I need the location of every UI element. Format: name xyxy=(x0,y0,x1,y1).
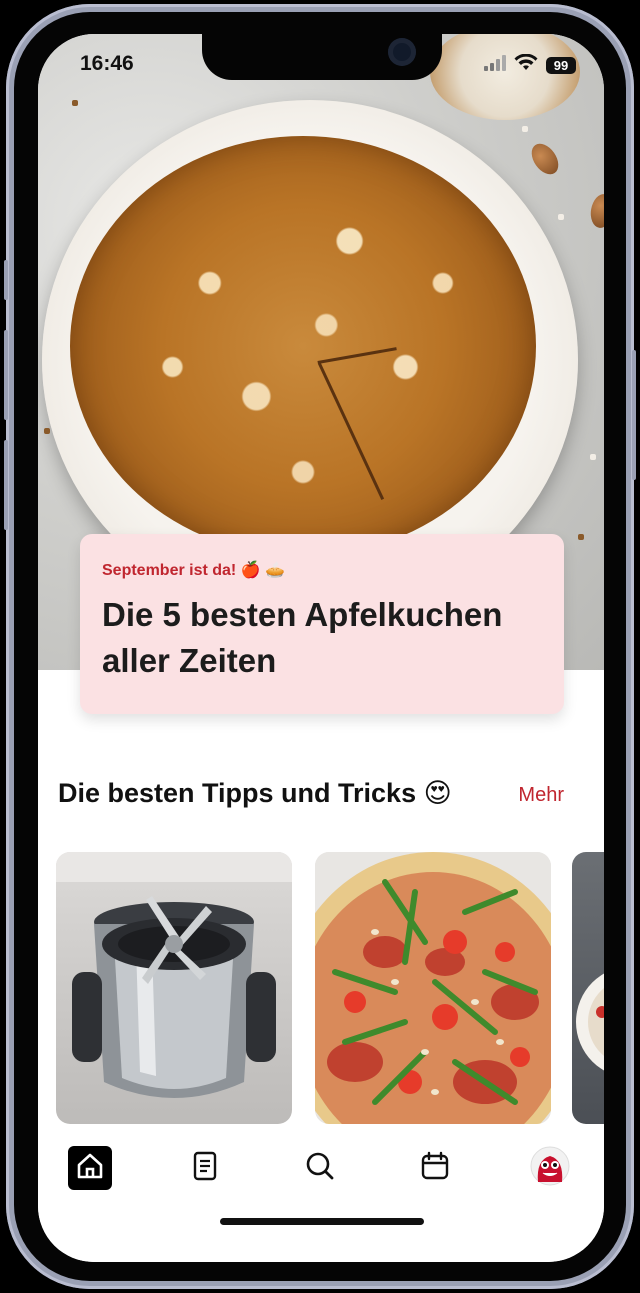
featured-article-card[interactable]: September ist da! 🍎 🥧 Die 5 besten Apfel… xyxy=(80,534,564,714)
almond xyxy=(588,192,604,230)
crumb xyxy=(522,126,528,132)
almond xyxy=(526,138,564,180)
more-link[interactable]: Mehr xyxy=(518,784,564,807)
volume-up-button xyxy=(4,330,8,420)
blender-image xyxy=(56,852,292,1098)
document-icon xyxy=(191,1151,219,1186)
crumb xyxy=(72,100,78,106)
avatar xyxy=(530,1146,570,1191)
section-title: Die besten Tipps und Tricks 😍 xyxy=(58,778,452,808)
status-time: 16:46 xyxy=(80,52,134,75)
featured-title: Die 5 besten Apfelkuchen aller Zeiten xyxy=(102,596,503,679)
crumb xyxy=(578,534,584,540)
tip-card-partial[interactable] xyxy=(572,852,604,1124)
search-icon xyxy=(305,1151,335,1186)
wifi-icon xyxy=(514,53,538,77)
dish-image xyxy=(576,973,604,1071)
tab-recipes[interactable] xyxy=(183,1146,227,1190)
battery-indicator: 99 xyxy=(546,57,576,74)
dynamic-notch xyxy=(202,34,442,80)
oat-bowl xyxy=(430,34,580,120)
crumb xyxy=(558,214,564,220)
crumb xyxy=(44,428,50,434)
calendar-icon xyxy=(420,1151,450,1186)
front-camera xyxy=(388,38,416,66)
home-indicator[interactable] xyxy=(220,1218,424,1225)
tab-search[interactable] xyxy=(298,1146,342,1190)
side-button xyxy=(4,260,8,300)
crumb xyxy=(590,454,596,460)
apple-cake xyxy=(70,136,536,556)
volume-down-button xyxy=(4,440,8,530)
tip-card-blender[interactable] xyxy=(56,852,292,1124)
status-indicators: 99 xyxy=(484,53,576,77)
tip-card-pizza[interactable] xyxy=(315,852,551,1124)
tab-profile[interactable] xyxy=(528,1146,572,1190)
app-screen: 16:46 99 September ist da! 🍎 🥧 Die 5 bes… xyxy=(38,34,604,1262)
featured-kicker: September ist da! 🍎 🥧 xyxy=(102,562,285,579)
tab-home[interactable] xyxy=(68,1146,112,1190)
home-icon xyxy=(75,1151,105,1186)
pizza-image xyxy=(315,852,551,1124)
power-button xyxy=(632,350,636,480)
signal-icon xyxy=(484,55,506,76)
bottom-tab-bar xyxy=(38,1124,604,1262)
tab-calendar[interactable] xyxy=(413,1146,457,1190)
